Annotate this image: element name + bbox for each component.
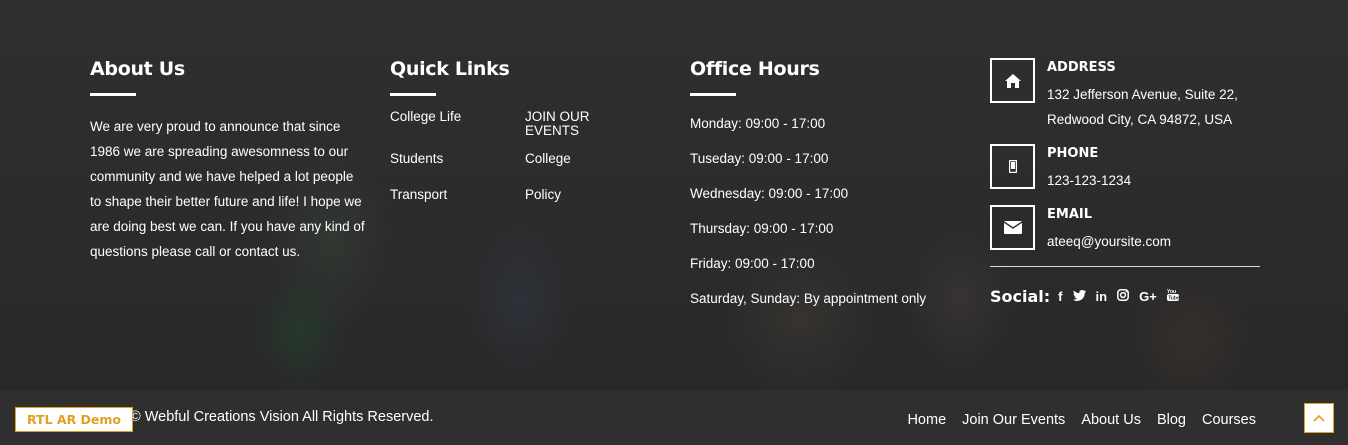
title-underline [90, 93, 136, 96]
footer-nav-blog[interactable]: Blog [1157, 412, 1186, 428]
quick-link-join-events[interactable]: JOIN OUR EVENTS [525, 110, 635, 138]
office-hours-list: Monday: 09:00 - 17:00 Tuseday: 09:00 - 1… [690, 106, 970, 316]
email-address[interactable]: ateeq@yoursite.com [1047, 229, 1171, 254]
footer-nav: Home Join Our Events About Us Blog Cours… [907, 412, 1256, 428]
hours-item: Thursday: 09:00 - 17:00 [690, 221, 834, 236]
footer-nav-join-events[interactable]: Join Our Events [962, 412, 1065, 428]
quick-links-list: College Life JOIN OUR EVENTS Students Co… [390, 110, 650, 210]
address-label: ADDRESS [1047, 60, 1116, 75]
quick-link-transport[interactable]: Transport [390, 188, 525, 210]
contact-section: ADDRESS 132 Jefferson Avenue, Suite 22, … [990, 58, 1260, 306]
rtl-demo-button[interactable]: RTL AR Demo [15, 407, 133, 432]
quick-link-students[interactable]: Students [390, 152, 525, 174]
back-to-top-button[interactable] [1304, 403, 1334, 433]
instagram-icon[interactable] [1117, 289, 1130, 304]
youtube-icon[interactable]: You Tube [1166, 288, 1180, 305]
title-underline [690, 93, 736, 96]
quick-links-title: Quick Links [390, 58, 510, 80]
title-underline [390, 93, 436, 96]
social-label: Social: [990, 287, 1051, 306]
quick-links-section: Quick Links College Life JOIN OUR EVENTS… [390, 58, 650, 210]
email-label: EMAIL [1047, 207, 1092, 222]
about-text: We are very proud to announce that since… [90, 119, 365, 259]
address-line-2: Redwood City, CA 94872, USA [1047, 112, 1233, 127]
copyright-text: © Webful Creations Vision All Rights Res… [130, 409, 434, 425]
phone-label: PHONE [1047, 146, 1099, 161]
email-block: EMAIL ateeq@yoursite.com [990, 205, 1260, 254]
phone-number[interactable]: 123-123-1234 [1047, 168, 1131, 193]
footer-nav-about[interactable]: About Us [1081, 412, 1141, 428]
about-title: About Us [90, 58, 185, 80]
envelope-icon [990, 205, 1035, 250]
quick-link-college[interactable]: College [525, 152, 635, 174]
mobile-icon [990, 144, 1035, 189]
twitter-icon[interactable] [1072, 289, 1086, 304]
facebook-icon[interactable]: f [1058, 289, 1062, 304]
google-plus-icon[interactable]: G+ [1139, 289, 1157, 304]
svg-text:Tube: Tube [1168, 296, 1179, 302]
office-hours-title: Office Hours [690, 58, 820, 80]
footer-nav-courses[interactable]: Courses [1202, 412, 1256, 428]
address-line-1: 132 Jefferson Avenue, Suite 22, [1047, 87, 1238, 102]
address-block: ADDRESS 132 Jefferson Avenue, Suite 22, … [990, 58, 1260, 132]
office-hours-section: Office Hours Monday: 09:00 - 17:00 Tused… [690, 58, 970, 316]
hours-item: Wednesday: 09:00 - 17:00 [690, 186, 849, 201]
social-links: Social: f in G+ You Tube [990, 287, 1260, 306]
bottom-bar: © Webful Creations Vision All Rights Res… [0, 390, 1348, 445]
footer-nav-home[interactable]: Home [907, 412, 946, 428]
hours-item: Tuseday: 09:00 - 17:00 [690, 151, 829, 166]
quick-link-policy[interactable]: Policy [525, 188, 635, 210]
hours-item: Monday: 09:00 - 17:00 [690, 116, 826, 131]
chevron-up-icon [1313, 409, 1325, 427]
hours-item: Friday: 09:00 - 17:00 [690, 256, 815, 271]
linkedin-icon[interactable]: in [1096, 289, 1108, 304]
phone-block: PHONE 123-123-1234 [990, 144, 1260, 193]
home-icon [990, 58, 1035, 103]
contact-divider [990, 266, 1260, 267]
about-section: About Us We are very proud to announce t… [90, 58, 365, 264]
quick-link-college-life[interactable]: College Life [390, 110, 525, 138]
hours-item: Saturday, Sunday: By appointment only [690, 291, 927, 306]
